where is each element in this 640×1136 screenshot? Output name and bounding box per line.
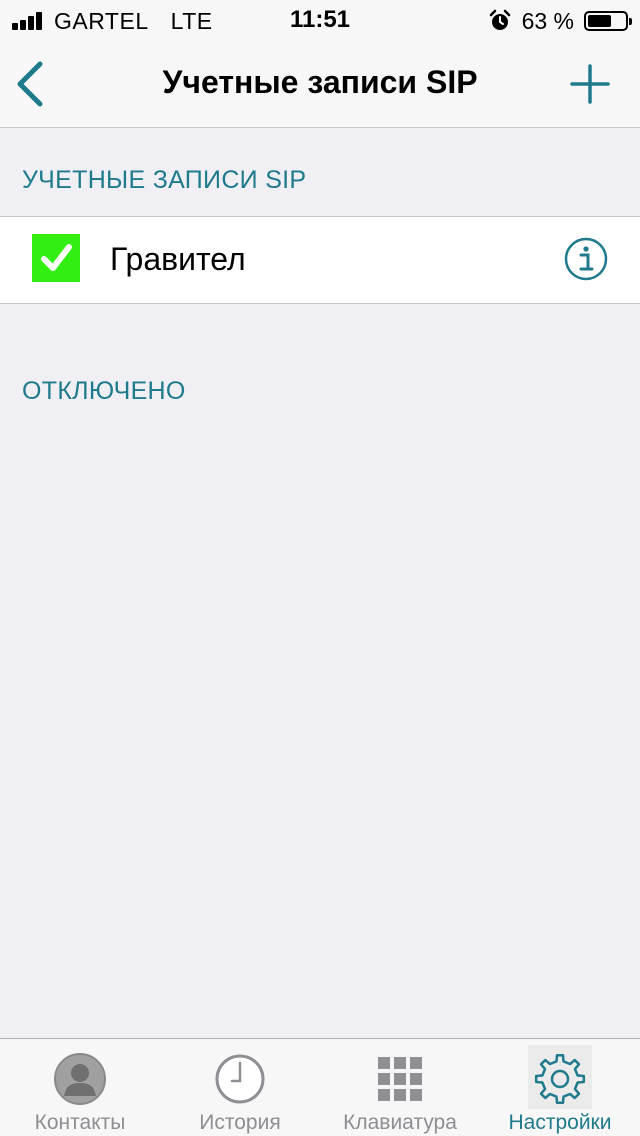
add-account-button[interactable] — [568, 62, 612, 106]
account-status-indicator — [32, 234, 80, 282]
battery-tip — [629, 18, 632, 25]
tab-label: Клавиатура — [343, 1111, 457, 1134]
account-name: Гравител — [110, 241, 246, 277]
gear-icon — [534, 1053, 586, 1105]
tab-keypad[interactable]: Клавиатура — [320, 1039, 480, 1135]
gear-teeth — [534, 1053, 586, 1105]
keypad-icon — [378, 1057, 422, 1101]
account-row[interactable]: Гравител — [0, 217, 640, 303]
status-right: 63 % — [488, 7, 632, 34]
contact-person-icon — [54, 1053, 106, 1105]
tab-label: Настройки — [508, 1111, 612, 1134]
battery-fill — [588, 15, 611, 27]
accounts-list: Гравител — [0, 216, 640, 304]
tab-label: История — [199, 1111, 281, 1134]
tab-label: Контакты — [34, 1111, 126, 1134]
clock-icon — [215, 1054, 265, 1104]
screen: GARTEL LTE 11:51 63 % Учетные записи SIP — [0, 0, 640, 1136]
battery-percent: 63 % — [521, 7, 574, 34]
tab-contacts[interactable]: Контакты — [0, 1039, 160, 1135]
tab-settings[interactable]: Настройки — [480, 1039, 640, 1135]
chevron-left-icon — [17, 61, 43, 107]
navigation-bar: Учетные записи SIP — [0, 40, 640, 128]
back-button[interactable] — [10, 58, 54, 110]
page-title: Учетные записи SIP — [162, 64, 478, 100]
status-bar: GARTEL LTE 11:51 63 % — [0, 0, 640, 40]
plus-icon — [570, 64, 610, 104]
info-circle-icon — [564, 237, 608, 281]
section-header-accounts: УЧЕТНЫЕ ЗАПИСИ SIP — [22, 166, 307, 194]
tab-history[interactable]: История — [160, 1039, 320, 1135]
battery-icon — [584, 11, 632, 31]
tab-bar: Контакты История Клавиатура Настройки — [0, 1038, 640, 1136]
checkmark-icon — [41, 244, 72, 271]
account-info-button[interactable] — [564, 237, 608, 281]
section-header-disabled: ОТКЛЮЧЕНО — [22, 377, 186, 405]
alarm-clock-icon — [489, 9, 510, 30]
